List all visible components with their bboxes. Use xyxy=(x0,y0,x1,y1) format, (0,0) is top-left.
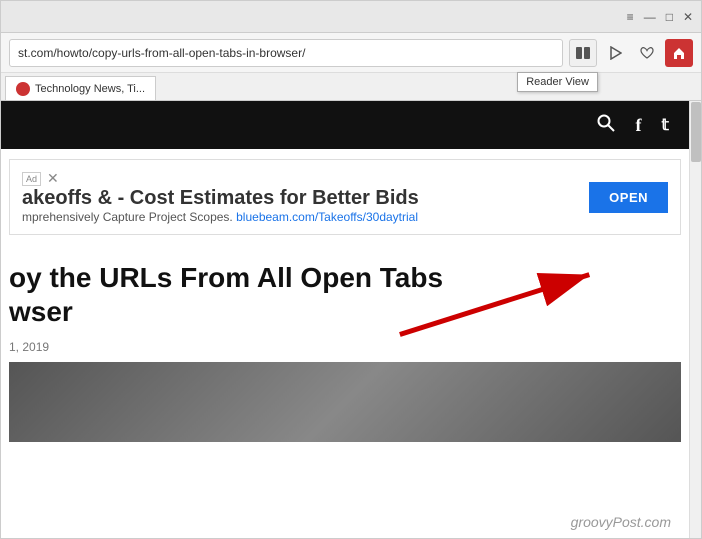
ad-banner: Ad ✕ akeoffs & - Cost Estimates for Bett… xyxy=(9,159,681,235)
address-bar[interactable]: st.com/howto/copy-urls-from-all-open-tab… xyxy=(9,39,563,67)
play-icon xyxy=(608,46,622,60)
article-image xyxy=(9,362,681,442)
twitter-icon[interactable]: 𝕥 xyxy=(662,115,669,135)
scrollbar-thumb[interactable] xyxy=(691,102,701,162)
browser-window: ≡ — □ ✕ st.com/howto/copy-urls-from-all-… xyxy=(0,0,702,539)
browser-icons: Reader View xyxy=(569,39,693,67)
article-date: 1, 2019 xyxy=(9,340,681,354)
title-bar: ≡ — □ ✕ xyxy=(1,1,701,33)
heart-icon xyxy=(640,46,654,60)
tab-favicon xyxy=(16,82,30,96)
minimize-button[interactable]: — xyxy=(644,10,656,24)
close-button[interactable]: ✕ xyxy=(683,10,693,24)
ad-content-left: Ad ✕ akeoffs & - Cost Estimates for Bett… xyxy=(22,170,419,224)
ad-description: mprehensively Capture Project Scopes. bl… xyxy=(22,210,419,224)
article-title: oy the URLs From All Open Tabs wser xyxy=(9,261,681,328)
favorites-button[interactable] xyxy=(633,39,661,67)
ad-open-button[interactable]: OPEN xyxy=(589,182,668,213)
ad-title: akeoffs & - Cost Estimates for Better Bi… xyxy=(22,187,419,210)
ad-content-right: OPEN xyxy=(589,182,668,213)
ad-badge: Ad xyxy=(22,172,41,186)
ad-labels: Ad ✕ xyxy=(22,170,419,187)
url-text: st.com/howto/copy-urls-from-all-open-tab… xyxy=(18,46,305,60)
page-wrapper: f 𝕥 Ad ✕ akeoffs & - Cost Estimates for … xyxy=(1,101,701,538)
tab-label: Technology News, Ti... xyxy=(35,83,145,95)
search-icon[interactable] xyxy=(596,113,616,138)
ad-close-button[interactable]: ✕ xyxy=(47,170,59,187)
ad-link[interactable]: bluebeam.com/Takeoffs/30daytrial xyxy=(236,210,418,224)
title-bar-controls: ≡ — □ ✕ xyxy=(627,10,693,24)
reading-list-button[interactable] xyxy=(601,39,629,67)
scrollbar[interactable] xyxy=(689,101,701,538)
site-nav: f 𝕥 xyxy=(1,101,689,149)
reader-view-icon xyxy=(575,45,591,61)
home-button[interactable] xyxy=(665,39,693,67)
menu-icon[interactable]: ≡ xyxy=(627,10,634,24)
active-tab[interactable]: Technology News, Ti... xyxy=(5,76,156,100)
facebook-icon[interactable]: f xyxy=(636,115,642,136)
reader-view-tooltip: Reader View xyxy=(517,72,598,92)
article-section: oy the URLs From All Open Tabs wser 1, 2… xyxy=(1,245,689,450)
groovy-watermark: groovyPost.com xyxy=(571,514,671,530)
page-content: f 𝕥 Ad ✕ akeoffs & - Cost Estimates for … xyxy=(1,101,689,538)
reader-view-button[interactable]: Reader View xyxy=(569,39,597,67)
home-icon xyxy=(672,46,686,60)
address-bar-area: st.com/howto/copy-urls-from-all-open-tab… xyxy=(1,33,701,73)
restore-button[interactable]: □ xyxy=(666,10,673,24)
